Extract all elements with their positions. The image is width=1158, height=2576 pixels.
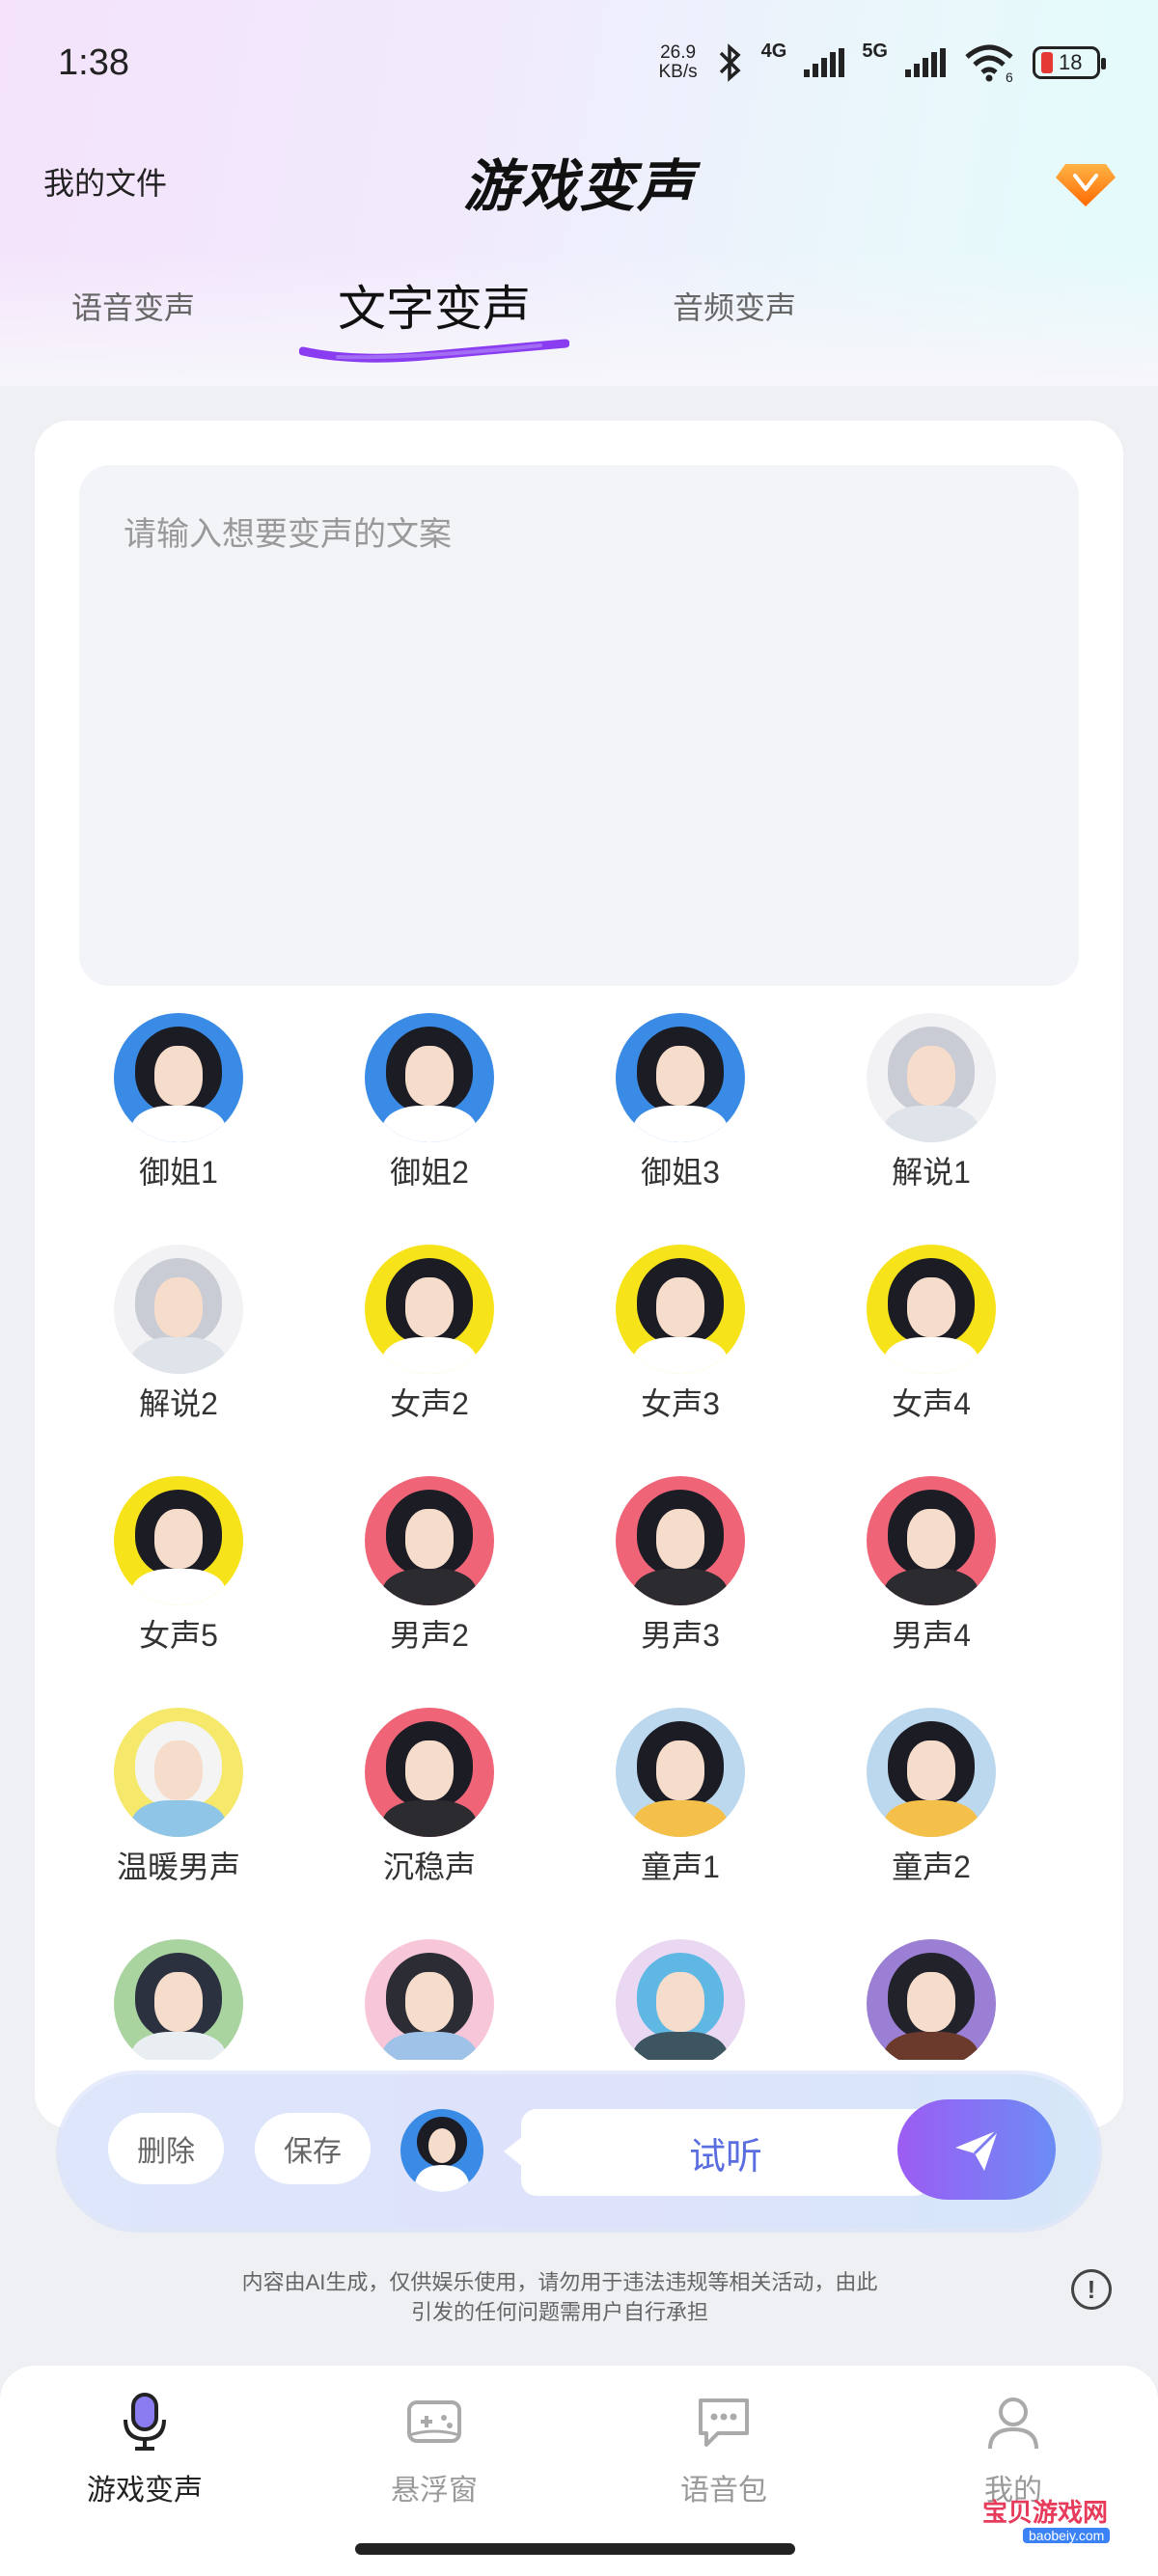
voice-avatar (867, 1939, 996, 2060)
voice-label: 御姐2 (390, 1155, 469, 1190)
voice-avatar (114, 1939, 243, 2060)
voice-avatar (114, 1708, 243, 1837)
voice-option[interactable]: 东北话男 (333, 1939, 526, 2060)
voice-avatar (365, 1013, 494, 1142)
voice-label: 温暖男声 (116, 1850, 240, 1884)
voice-avatar (867, 1013, 996, 1142)
voice-option[interactable]: 御姐3 (584, 1013, 777, 1225)
signal-bars-icon (905, 48, 946, 77)
chat-bubble-icon (699, 2398, 749, 2447)
nav-voice-pack[interactable]: 语音包 (627, 2391, 820, 2508)
nav-game-voice[interactable]: 游戏变声 (48, 2391, 241, 2508)
listen-button[interactable]: 试听 (504, 2109, 930, 2196)
signal-bars-icon (804, 48, 845, 77)
voice-avatar (114, 1245, 243, 1374)
voice-option[interactable]: 温暖男声 (82, 1708, 275, 1920)
network-4g-label: 4G (760, 40, 787, 62)
voice-avatar (867, 1245, 996, 1374)
voice-grid: 御姐1 御姐2 御姐3 解说1 解说2 女声2 女声3 女声4 女声5 男声2 男声3 男声4 温暖男声… (79, 1013, 1079, 2060)
tab-voice-change[interactable]: 语音变声 (71, 284, 195, 328)
voice-avatar (867, 1476, 996, 1605)
battery-indicator: 18 (1033, 46, 1106, 79)
main-card: 请输入想要变声的文案 御姐1 御姐2 御姐3 解说1 解说2 女声2 女声3 女声4 女声5 男声… (35, 421, 1123, 2128)
voice-label: 御姐1 (139, 1155, 218, 1190)
voice-avatar (616, 1708, 745, 1837)
voice-label: 童声1 (641, 1850, 720, 1884)
nav-floating-window[interactable]: 悬浮窗 (338, 2391, 531, 2508)
voice-option[interactable]: 天津话 (584, 1939, 777, 2060)
mode-tabs: 语音变声 文字变声 音频变声 (0, 270, 1158, 363)
voice-option[interactable]: 女声5 (82, 1476, 275, 1688)
voice-label: 解说1 (892, 1155, 971, 1190)
save-button[interactable]: 保存 (255, 2113, 371, 2184)
voice-avatar (365, 1939, 494, 2060)
voice-option[interactable]: 沉稳声 (333, 1708, 526, 1920)
voice-option[interactable]: 蜜语 (835, 1939, 1028, 2060)
voice-avatar (616, 1476, 745, 1605)
voice-option[interactable]: 童声1 (584, 1708, 777, 1920)
voice-option[interactable]: 女声2 (333, 1245, 526, 1457)
voice-label: 女声4 (892, 1386, 971, 1421)
voice-avatar (616, 1939, 745, 2060)
voice-avatar (114, 1013, 243, 1142)
voice-label: 男声4 (892, 1618, 971, 1653)
voice-avatar (616, 1013, 745, 1142)
ai-disclaimer: 内容由AI生成，仅供娱乐使用，请勿用于违法违规等相关活动，由此 引发的任何问题需… (241, 2270, 878, 2324)
voice-label: 解说2 (139, 1386, 218, 1421)
person-icon (988, 2398, 1038, 2450)
voice-label: 女声5 (139, 1618, 218, 1653)
voice-option[interactable]: 解说1 (835, 1013, 1028, 1225)
voice-option[interactable]: 女声4 (835, 1245, 1028, 1457)
voice-label: 沉稳声 (382, 1850, 476, 1884)
network-5g-label: 5G (862, 40, 888, 62)
voice-option[interactable]: 女声3 (584, 1245, 777, 1457)
voice-option[interactable]: 童声2 (835, 1708, 1028, 1920)
text-input-placeholder: 请输入想要变声的文案 (124, 516, 452, 553)
info-icon[interactable]: ! (1071, 2269, 1112, 2310)
paper-plane-icon (955, 2128, 1000, 2171)
voice-option[interactable]: 男声3 (584, 1476, 777, 1688)
voice-label: 童声2 (892, 1850, 971, 1884)
microphone-icon (124, 2393, 166, 2451)
network-speed: 26.9 KB/s (658, 42, 698, 82)
status-time: 1:38 (58, 41, 129, 83)
voice-avatar (365, 1245, 494, 1374)
voice-option[interactable]: 男声4 (835, 1476, 1028, 1688)
voice-label: 男声2 (390, 1618, 469, 1653)
voice-option[interactable]: 御姐1 (82, 1013, 275, 1225)
home-indicator[interactable] (355, 2543, 795, 2555)
gamepad-icon (407, 2400, 461, 2443)
app-bar: 我的文件 游戏变声 (0, 125, 1158, 236)
tab-audio-change[interactable]: 音频变声 (673, 284, 796, 328)
delete-button[interactable]: 删除 (108, 2113, 224, 2184)
send-button[interactable] (897, 2099, 1056, 2200)
voice-option[interactable]: 解说2 (82, 1245, 275, 1457)
bluetooth-icon (719, 43, 741, 82)
voice-avatar (616, 1245, 745, 1374)
voice-option[interactable]: 东北话女 (82, 1939, 275, 2060)
wifi-icon: 6 (965, 44, 1013, 82)
svg-text:6: 6 (1006, 69, 1013, 82)
active-tab-underline (299, 339, 569, 363)
voice-label: 女声2 (390, 1386, 469, 1421)
status-icons: 26.9 KB/s 4G 5G 6 18 (658, 40, 1106, 82)
control-bar: 删除 保存 试听 (60, 2074, 1098, 2229)
diamond-vip-icon[interactable] (1052, 147, 1119, 214)
voice-avatar (365, 1476, 494, 1605)
voice-label: 男声3 (641, 1618, 720, 1653)
voice-label: 女声3 (641, 1386, 720, 1421)
watermark-logo: 宝贝游戏网 baobeiy.com (975, 2470, 1148, 2566)
voice-label: 御姐3 (641, 1155, 720, 1190)
selected-voice-avatar[interactable] (400, 2109, 483, 2192)
text-input-area[interactable]: 请输入想要变声的文案 (79, 465, 1079, 986)
voice-avatar (114, 1476, 243, 1605)
voice-option[interactable]: 男声2 (333, 1476, 526, 1688)
page-title: 游戏变声 (462, 154, 695, 218)
voice-avatar (365, 1708, 494, 1837)
voice-option[interactable]: 御姐2 (333, 1013, 526, 1225)
voice-avatar (867, 1708, 996, 1837)
status-bar: 1:38 26.9 KB/s 4G 5G 6 18 (0, 0, 1158, 125)
